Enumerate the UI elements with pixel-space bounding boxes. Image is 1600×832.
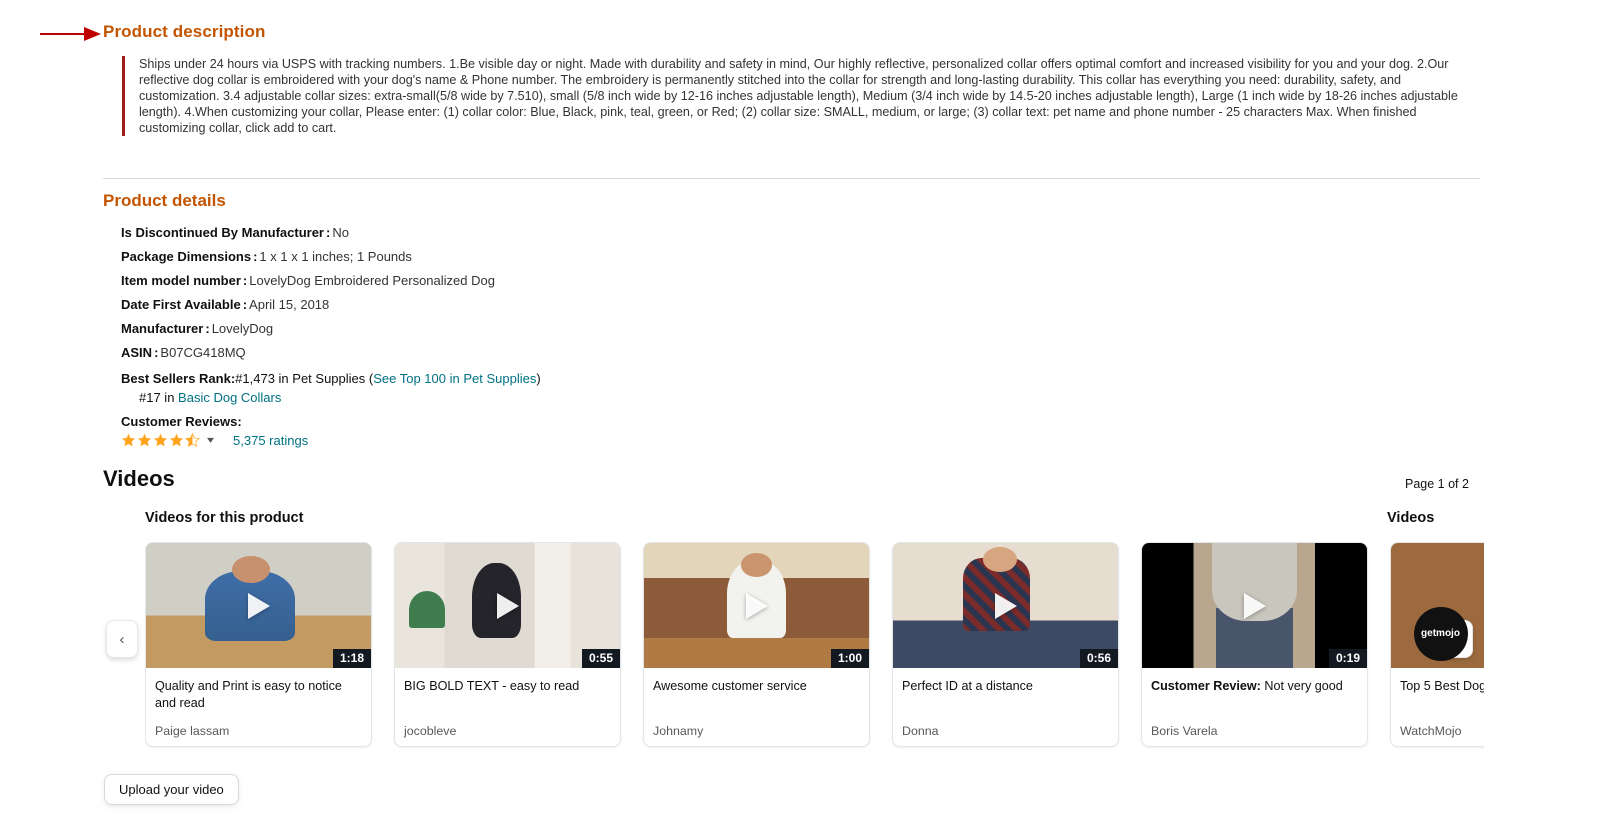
video-duration: 1:18	[332, 649, 371, 668]
video-title[interactable]: Awesome customer service	[653, 678, 860, 712]
star-icon	[169, 433, 184, 447]
play-icon[interactable]	[496, 592, 519, 619]
detail-value: No	[332, 225, 349, 240]
upload-your-video-button[interactable]: Upload your video	[104, 774, 239, 805]
video-thumbnail[interactable]: 0:19	[1142, 543, 1367, 668]
rank-paren: )	[536, 371, 541, 386]
video-author: Boris Varela	[1151, 724, 1218, 738]
play-icon[interactable]	[994, 592, 1017, 619]
detail-row: Date First Available: April 15, 2018	[121, 297, 330, 312]
chevron-left-icon: ‹	[119, 630, 125, 648]
star-icon	[121, 433, 136, 447]
video-card[interactable]: 0:56 Perfect ID at a distance Donna	[892, 542, 1119, 747]
detail-row: Package Dimensions:1 x 1 x 1 inches; 1 P…	[121, 249, 412, 264]
video-strip: 1:18 Quality and Print is easy to notice…	[145, 542, 1484, 747]
video-card[interactable]: 0:19 Customer Review: Not very good Bori…	[1141, 542, 1368, 747]
customer-reviews-row: ▾ 5,375 ratings	[121, 433, 1021, 448]
video-thumbnail[interactable]: 1:00	[644, 543, 869, 668]
product-description-text: Ships under 24 hours via USPS with track…	[139, 57, 1458, 135]
basic-dog-collars-link[interactable]: Basic Dog Collars	[178, 390, 281, 405]
detail-label: ASIN	[121, 345, 153, 360]
best-sellers-subrank: #17 in Basic Dog Collars	[121, 388, 1021, 407]
detail-label: Date First Available	[121, 297, 241, 312]
getmojo-logo-icon: getmojo	[1413, 606, 1468, 661]
page-indicator: Page 1 of 2	[1405, 477, 1469, 491]
video-card[interactable]: 1:18 Quality and Print is easy to notice…	[145, 542, 372, 747]
section-divider	[103, 178, 1480, 179]
annotation-arrow-icon	[40, 27, 101, 41]
product-details-list: Is Discontinued By Manufacturer: No Packa…	[121, 221, 1021, 448]
videos-next-group-label: Videos	[1387, 510, 1435, 526]
video-title[interactable]: Top 5 Best Dog Collars for Dogs	[1400, 678, 1484, 712]
ratings-count-link[interactable]: 5,375 ratings	[233, 433, 308, 448]
play-icon[interactable]	[1243, 592, 1266, 619]
subrank-prefix: #17 in	[139, 390, 179, 405]
video-thumbnail[interactable]: 1:18	[146, 543, 371, 668]
chevron-down-icon[interactable]: ▾	[207, 435, 214, 446]
star-rating[interactable]	[121, 433, 200, 448]
star-icon	[153, 433, 168, 447]
video-meta: Quality and Print is easy to notice and …	[146, 668, 371, 746]
detail-label: Package Dimensions	[121, 249, 252, 264]
product-page: Product description Ships under 24 hours…	[0, 0, 1600, 832]
video-title[interactable]: Perfect ID at a distance	[902, 678, 1109, 712]
video-duration: 0:56	[1079, 649, 1118, 668]
video-meta: Awesome customer service Johnamy	[644, 668, 869, 746]
video-duration: 0:19	[1328, 649, 1367, 668]
video-title[interactable]: BIG BOLD TEXT - easy to read	[404, 678, 611, 712]
carousel-prev-button[interactable]: ‹	[106, 620, 138, 658]
best-sellers-rank: Best Sellers Rank:#1,473 in Pet Supplies…	[121, 369, 1021, 388]
video-duration: 0:55	[581, 649, 620, 668]
video-carousel[interactable]: 1:18 Quality and Print is easy to notice…	[145, 542, 1484, 757]
star-icon	[137, 433, 152, 447]
best-sellers-rank-value: #1,473 in Pet Supplies (	[235, 371, 374, 386]
play-icon[interactable]	[247, 592, 270, 619]
video-title-rest: Not very good	[1260, 679, 1343, 693]
product-description-block: Ships under 24 hours via USPS with track…	[122, 56, 1480, 136]
detail-label: Item model number	[121, 273, 241, 288]
play-icon[interactable]	[745, 592, 768, 619]
detail-value: April 15, 2018	[249, 297, 330, 312]
detail-row: Item model number: LovelyDog Embroidered …	[121, 273, 495, 288]
video-title[interactable]: Quality and Print is easy to notice and …	[155, 678, 362, 712]
video-card[interactable]: 0:55 BIG BOLD TEXT - easy to read jocobl…	[394, 542, 621, 747]
detail-row: ASIN: B07CG418MQ	[121, 345, 246, 360]
best-sellers-rank-label: Best Sellers Rank:	[121, 371, 236, 386]
product-details-heading: Product details	[103, 191, 226, 210]
video-author: Paige lassam	[155, 724, 230, 738]
video-title-prefix: Customer Review:	[1151, 679, 1261, 693]
video-author: WatchMojo	[1400, 724, 1462, 738]
video-meta: BIG BOLD TEXT - easy to read jocobleve	[395, 668, 620, 746]
video-author: Johnamy	[653, 724, 704, 738]
detail-value: 1 x 1 x 1 inches; 1 Pounds	[259, 249, 412, 264]
video-thumbnail[interactable]: 0:56	[893, 543, 1118, 668]
star-half-icon	[185, 433, 200, 447]
detail-value: LovelyDog	[211, 321, 274, 336]
video-duration: 1:00	[830, 649, 869, 668]
detail-row: Manufacturer: LovelyDog	[121, 321, 274, 336]
video-meta: Perfect ID at a distance Donna	[893, 668, 1118, 746]
detail-label: Is Discontinued By Manufacturer	[121, 225, 324, 240]
video-meta: Top 5 Best Dog Collars for Dogs WatchMoj…	[1391, 668, 1484, 746]
detail-label: Manufacturer	[121, 321, 204, 336]
product-description-heading: Product description	[103, 22, 266, 41]
videos-for-this-product-label: Videos for this product	[145, 510, 304, 526]
video-title[interactable]: Customer Review: Not very good	[1151, 678, 1358, 712]
detail-row: Is Discontinued By Manufacturer: No	[121, 225, 349, 240]
customer-reviews-label: Customer Reviews:	[121, 414, 242, 429]
see-top-100-link[interactable]: See Top 100 in Pet Supplies	[373, 371, 536, 386]
detail-value: B07CG418MQ	[160, 345, 246, 360]
video-meta: Customer Review: Not very good Boris Var…	[1142, 668, 1367, 746]
video-thumbnail[interactable]: 0:55	[395, 543, 620, 668]
video-author: Donna	[902, 724, 939, 738]
videos-section-title: Videos	[103, 466, 175, 491]
detail-value: LovelyDog Embroidered Personalized Dog	[249, 273, 495, 288]
video-card[interactable]: 1:00 Awesome customer service Johnamy	[643, 542, 870, 747]
video-author: jocobleve	[404, 724, 457, 738]
